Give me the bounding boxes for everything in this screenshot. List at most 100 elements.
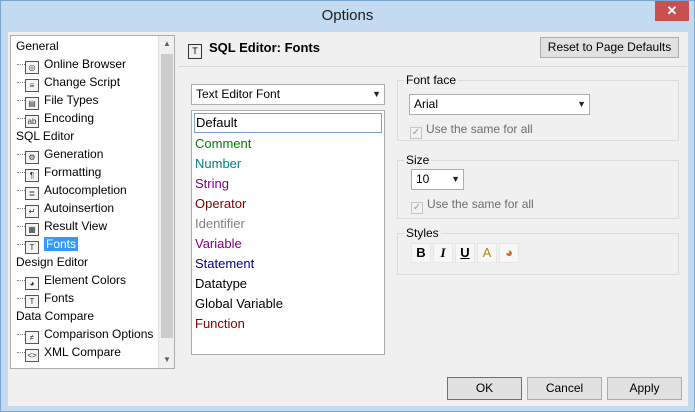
font-face-group: Font face Arial ▼ ✓ Use the same for all bbox=[397, 73, 679, 141]
tree-connector bbox=[17, 334, 25, 335]
page-title-text: SQL Editor: Fonts bbox=[209, 40, 320, 55]
list-item[interactable]: Number bbox=[195, 154, 241, 174]
list-item[interactable]: Function bbox=[195, 314, 245, 334]
tree-connector bbox=[17, 226, 25, 227]
tree-item-label: XML Compare bbox=[44, 345, 121, 359]
scroll-down-icon[interactable]: ▼ bbox=[159, 352, 174, 368]
tree-connector bbox=[17, 64, 25, 65]
tree-item[interactable]: ¶ Formatting bbox=[17, 163, 102, 182]
chevron-down-icon: ▼ bbox=[451, 174, 460, 184]
options-window: Options ✕ ▲ ▼ General ◎ Online Browser ≡ Cha… bbox=[0, 0, 695, 412]
font-face-group-title: Font face bbox=[404, 73, 459, 87]
tree-item[interactable]: Design Editor bbox=[16, 253, 88, 271]
tree-connector bbox=[17, 280, 25, 281]
size-group: Size 10 ▼ ✓ Use the same for all bbox=[397, 153, 679, 219]
size-value: 10 bbox=[416, 172, 430, 186]
tree-item[interactable]: Data Compare bbox=[16, 307, 94, 325]
tree-item[interactable]: ◕ Element Colors bbox=[17, 271, 127, 290]
list-item[interactable]: Default bbox=[194, 113, 382, 133]
size-group-title: Size bbox=[404, 153, 432, 167]
tree-item[interactable]: ≡ Change Script bbox=[17, 73, 121, 92]
tree-item-label: Generation bbox=[44, 147, 104, 161]
fore-color-icon[interactable]: A bbox=[477, 243, 497, 263]
tree-item-label: Comparison Options bbox=[44, 327, 154, 341]
close-icon: ✕ bbox=[666, 3, 678, 18]
tree-connector bbox=[17, 298, 25, 299]
font-target-value: Text Editor Font bbox=[196, 87, 281, 101]
tree-item[interactable]: ≣ Autocompletion bbox=[17, 181, 127, 200]
tree-item[interactable]: ↵ Autoinsertion bbox=[17, 199, 115, 218]
tree-connector bbox=[17, 244, 25, 245]
tree-item-label: Data Compare bbox=[16, 309, 95, 323]
tree-connector bbox=[17, 208, 25, 209]
options-tree: ▲ ▼ General ◎ Online Browser ≡ Change Script… bbox=[10, 35, 175, 369]
scroll-thumb[interactable] bbox=[161, 54, 173, 338]
styles-group-title: Styles bbox=[404, 226, 441, 240]
font-target-select[interactable]: Text Editor Font ▼ bbox=[191, 84, 385, 105]
xml-icon: <> bbox=[25, 349, 39, 362]
tree-scrollbar[interactable]: ▲ ▼ bbox=[158, 36, 174, 368]
tree-item-label: Change Script bbox=[44, 75, 121, 89]
font-face-same-checkbox[interactable]: ✓ Use the same for all bbox=[410, 122, 533, 139]
tree-item[interactable]: T Fonts bbox=[17, 289, 75, 308]
tree-item-label: SQL Editor bbox=[16, 129, 75, 143]
tree-item[interactable]: SQL Editor bbox=[16, 127, 74, 145]
size-same-label: Use the same for all bbox=[427, 197, 534, 211]
tree-item[interactable]: ▦ Result View bbox=[17, 217, 108, 236]
tree-item-label: File Types bbox=[44, 93, 99, 107]
tree-item-label: Autoinsertion bbox=[44, 201, 115, 215]
back-color-icon[interactable]: ◕ bbox=[499, 243, 519, 263]
tree-connector bbox=[17, 154, 25, 155]
tree-connector bbox=[17, 100, 25, 101]
styles-group: Styles B I U A ◕ bbox=[397, 226, 679, 275]
ok-button[interactable]: OK bbox=[447, 377, 522, 400]
tree-item-label: Online Browser bbox=[44, 57, 127, 71]
tree-item-label: Element Colors bbox=[44, 273, 127, 287]
settings-panel: T SQL Editor: Fonts Reset to Page Default… bbox=[178, 35, 687, 369]
list-item[interactable]: Identifier bbox=[195, 214, 245, 234]
list-item[interactable]: String bbox=[195, 174, 229, 194]
list-item[interactable]: Operator bbox=[195, 194, 246, 214]
tree-connector bbox=[17, 172, 25, 173]
tree-item[interactable]: General bbox=[16, 37, 59, 55]
apply-button[interactable]: Apply bbox=[607, 377, 682, 400]
tree-item-label: Formatting bbox=[44, 165, 102, 179]
font-face-select[interactable]: Arial ▼ bbox=[409, 94, 590, 115]
checkmark-icon: ✓ bbox=[411, 202, 423, 214]
tree-item[interactable]: ◎ Online Browser bbox=[17, 55, 127, 74]
tree-item-label: Autocompletion bbox=[44, 183, 127, 197]
tree-item[interactable]: ≠ Comparison Options bbox=[17, 325, 154, 344]
size-same-checkbox[interactable]: ✓ Use the same for all bbox=[411, 197, 534, 214]
list-item[interactable]: Datatype bbox=[195, 274, 247, 294]
list-item[interactable]: Global Variable bbox=[195, 294, 283, 314]
tree-item-label: Fonts bbox=[44, 291, 75, 305]
font-icon: T bbox=[188, 44, 202, 59]
chevron-down-icon: ▼ bbox=[577, 99, 586, 109]
dialog-body: ▲ ▼ General ◎ Online Browser ≡ Change Script… bbox=[8, 32, 688, 406]
tree-item-label: General bbox=[16, 39, 59, 53]
tree-item-label: Encoding bbox=[44, 111, 95, 125]
tree-item[interactable]: ⚙ Generation bbox=[17, 145, 104, 164]
tree-item[interactable]: ab Encoding bbox=[17, 109, 95, 128]
italic-button[interactable]: I bbox=[433, 243, 453, 263]
window-title: Options bbox=[321, 7, 374, 24]
cancel-button[interactable]: Cancel bbox=[527, 377, 602, 400]
scroll-up-icon[interactable]: ▲ bbox=[159, 36, 174, 52]
bold-button[interactable]: B bbox=[411, 243, 431, 263]
tree-item[interactable]: <> XML Compare bbox=[17, 343, 121, 362]
page-title: T SQL Editor: Fonts bbox=[188, 40, 320, 59]
size-select[interactable]: 10 ▼ bbox=[411, 169, 464, 190]
list-item[interactable]: Comment bbox=[195, 134, 251, 154]
tree-item[interactable]: ▤ File Types bbox=[17, 91, 99, 110]
underline-button[interactable]: U bbox=[455, 243, 475, 263]
font-face-value: Arial bbox=[414, 97, 439, 111]
tree-item[interactable]: T Fonts bbox=[17, 235, 79, 254]
close-button[interactable]: ✕ bbox=[655, 1, 689, 21]
reset-defaults-button[interactable]: Reset to Page Defaults bbox=[540, 37, 679, 58]
tree-item-label: Design Editor bbox=[16, 255, 89, 269]
checkmark-icon: ✓ bbox=[410, 127, 422, 139]
list-item[interactable]: Statement bbox=[195, 254, 254, 274]
tree-connector bbox=[17, 82, 25, 83]
list-item[interactable]: Variable bbox=[195, 234, 242, 254]
tree-item-label: Result View bbox=[44, 219, 108, 233]
